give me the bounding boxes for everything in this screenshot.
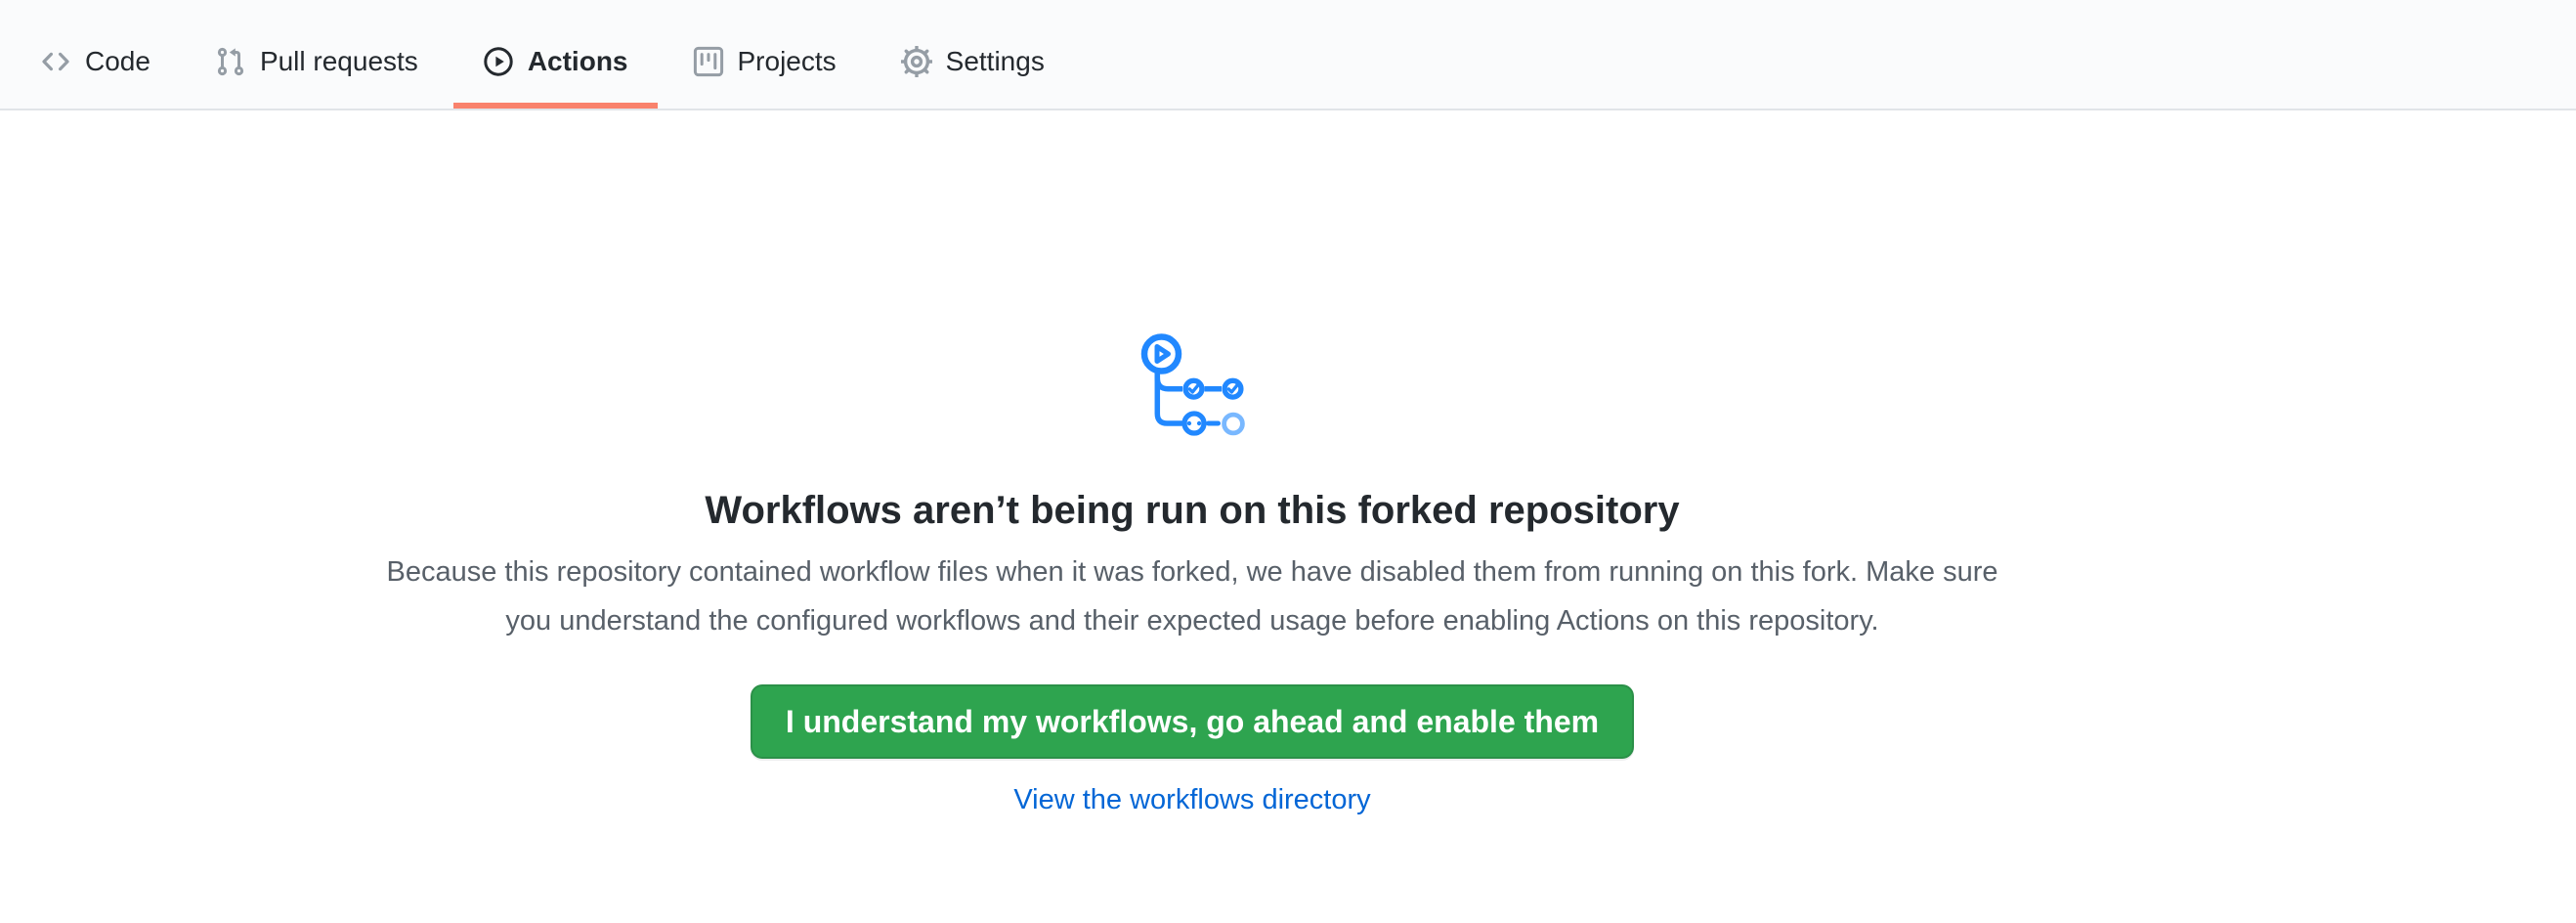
view-workflows-directory-link[interactable]: View the workflows directory — [1013, 784, 1370, 815]
gear-icon — [901, 46, 932, 77]
tab-code-label: Code — [85, 48, 150, 75]
tab-projects[interactable]: Projects — [664, 15, 866, 109]
blankslate-heading: Workflows aren’t being run on this forke… — [0, 486, 2384, 535]
tab-code[interactable]: Code — [11, 15, 180, 109]
git-pull-request-icon — [215, 46, 246, 77]
actions-blankslate: Workflows aren’t being run on this forke… — [0, 110, 2384, 817]
tab-actions-label: Actions — [528, 48, 628, 75]
repo-nav: Code Pull requests Actions — [0, 0, 2576, 110]
code-icon — [40, 46, 71, 77]
blankslate-description: Because this repository contained workfl… — [362, 548, 2023, 645]
tab-actions[interactable]: Actions — [453, 15, 658, 109]
enable-workflows-button[interactable]: I understand my workflows, go ahead and … — [751, 684, 1634, 759]
tab-pull-requests[interactable]: Pull requests — [186, 15, 448, 109]
tab-settings-label: Settings — [946, 48, 1045, 75]
tab-settings[interactable]: Settings — [872, 15, 1074, 109]
workflows-link-row: View the workflows directory — [0, 782, 2384, 817]
play-icon — [483, 46, 514, 77]
tab-pull-requests-label: Pull requests — [260, 48, 418, 75]
actions-workflow-icon — [1138, 332, 1248, 437]
tab-projects-label: Projects — [738, 48, 837, 75]
project-icon — [693, 46, 724, 77]
enable-button-row: I understand my workflows, go ahead and … — [0, 645, 2384, 759]
